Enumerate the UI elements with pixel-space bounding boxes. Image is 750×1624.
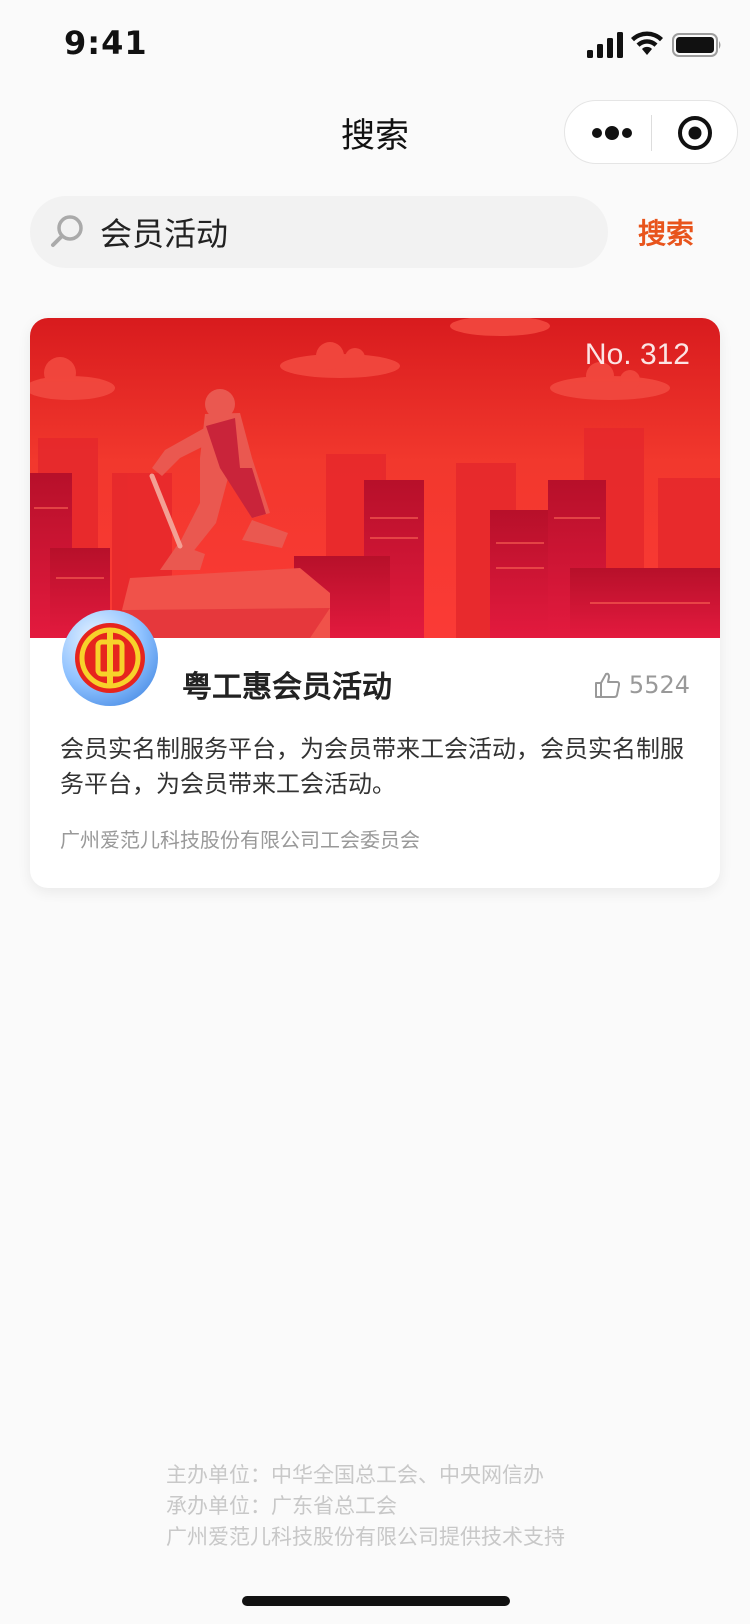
activity-card[interactable]: No. 312 粤工惠会员活动 5524 会员实名制服务平台，为会员带来工会活动… [30, 318, 720, 888]
search-icon [51, 215, 83, 247]
footer: 主办单位：中华全国总工会、中央网信办 承办单位：广东省总工会 广州爱范儿科技股份… [166, 1460, 565, 1553]
battery-icon [672, 33, 721, 57]
union-logo [62, 610, 158, 706]
card-description: 会员实名制服务平台，为会员带来工会活动，会员实名制服务平台，为会员带来工会活动。 [60, 735, 684, 798]
status-time: 9:41 [64, 24, 148, 62]
card-banner: No. 312 [30, 318, 720, 638]
footer-tech-support: 广州爱范儿科技股份有限公司提供技术支持 [166, 1525, 565, 1549]
search-input[interactable] [100, 204, 580, 260]
signal-icon [587, 32, 623, 58]
mini-program-capsule [564, 100, 738, 164]
card-title: 粤工惠会员活动 [182, 670, 392, 705]
thumbs-up-icon [594, 672, 620, 698]
like-count: 5524 [628, 671, 690, 699]
like-counter[interactable]: 5524 [593, 668, 690, 702]
capsule-divider [651, 115, 652, 151]
status-bar: 9:41 [0, 0, 750, 88]
wifi-icon [631, 31, 663, 55]
target-icon[interactable] [677, 115, 713, 151]
footer-organizer: 承办单位：广东省总工会 [166, 1494, 397, 1518]
search-button[interactable]: 搜索 [638, 212, 694, 252]
more-icon[interactable] [591, 121, 633, 145]
footer-sponsor: 主办单位：中华全国总工会、中央网信办 [166, 1463, 544, 1487]
search-box[interactable] [30, 196, 608, 268]
card-organization: 广州爱范儿科技股份有限公司工会委员会 [60, 828, 420, 852]
card-number: No. 312 [584, 338, 690, 371]
home-indicator [242, 1596, 510, 1606]
